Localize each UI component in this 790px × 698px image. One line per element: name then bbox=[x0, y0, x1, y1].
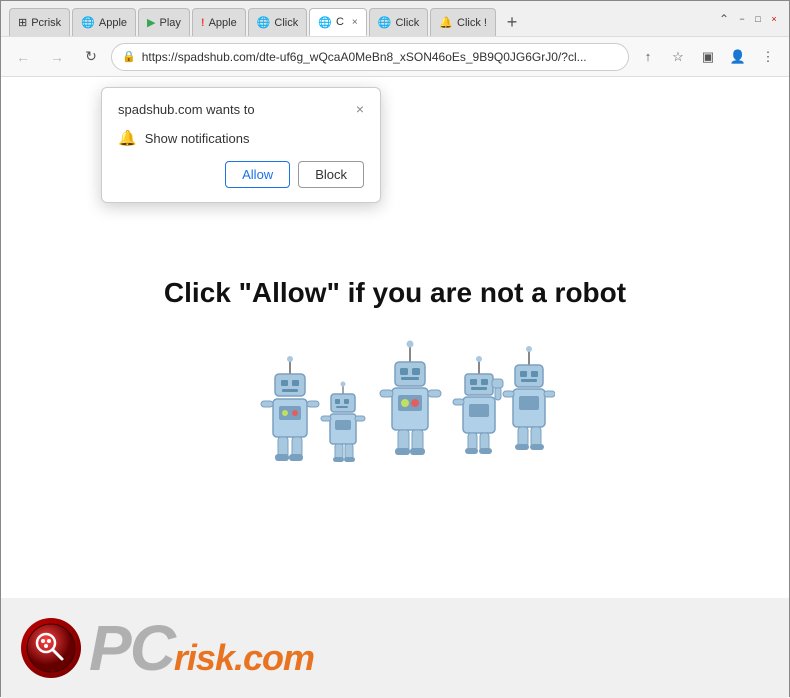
tab-close-c[interactable]: × bbox=[352, 17, 358, 28]
pcrisk-favicon: ⊞ bbox=[18, 16, 27, 29]
popup-header: spadshub.com wants to × bbox=[118, 102, 364, 117]
notification-popup: spadshub.com wants to × 🔔 Show notificat… bbox=[101, 87, 381, 203]
close-button[interactable]: × bbox=[767, 12, 781, 26]
share-button[interactable]: ↑ bbox=[635, 44, 661, 70]
main-heading: Click "Allow" if you are not a robot bbox=[164, 277, 626, 309]
robots-illustration bbox=[235, 339, 555, 499]
tab-label-click3: Click ! bbox=[457, 17, 487, 29]
sidebar-button[interactable]: ▣ bbox=[695, 44, 721, 70]
new-tab-button[interactable]: + bbox=[498, 8, 526, 36]
pcrisk-footer: PC risk.com bbox=[1, 598, 789, 698]
maximize-button[interactable]: □ bbox=[751, 12, 765, 26]
play-favicon: ▶ bbox=[147, 16, 155, 29]
popup-close-button[interactable]: × bbox=[356, 102, 364, 116]
tab-apple2[interactable]: ! Apple bbox=[192, 8, 246, 36]
tabs-area: ⊞ Pcrisk 🌐 Apple ▶ Play ! Apple 🌐 Click … bbox=[9, 1, 715, 36]
allow-button[interactable]: Allow bbox=[225, 161, 290, 188]
navigation-bar: ← → ↻ 🔒 https://spadshub.com/dte-uf6g_wQ… bbox=[1, 37, 789, 77]
tab-pcrisk[interactable]: ⊞ Pcrisk bbox=[9, 8, 70, 36]
pcrisk-orb-icon bbox=[21, 618, 81, 678]
browser-content: spadshub.com wants to × 🔔 Show notificat… bbox=[1, 77, 789, 698]
tab-apple1[interactable]: 🌐 Apple bbox=[72, 8, 136, 36]
tab-click1[interactable]: 🌐 Click bbox=[248, 8, 308, 36]
nav-actions: ↑ ☆ ▣ 👤 ⋮ bbox=[635, 44, 781, 70]
apple1-favicon: 🌐 bbox=[81, 16, 95, 29]
pcrisk-text: PC risk.com bbox=[89, 616, 314, 680]
c-favicon: 🌐 bbox=[318, 16, 332, 29]
click2-favicon: 🌐 bbox=[378, 16, 392, 29]
tab-label-c: C bbox=[336, 16, 344, 28]
tab-play[interactable]: ▶ Play bbox=[138, 8, 190, 36]
block-button[interactable]: Block bbox=[298, 161, 364, 188]
popup-description: Show notifications bbox=[145, 131, 250, 146]
pcrisk-logo: PC risk.com bbox=[21, 616, 314, 680]
pcrisk-risk: risk.com bbox=[174, 637, 314, 679]
tab-click2[interactable]: 🌐 Click bbox=[369, 8, 429, 36]
url-text: https://spadshub.com/dte-uf6g_wQcaA0MeBn… bbox=[142, 50, 618, 64]
bell-icon: 🔔 bbox=[118, 129, 137, 147]
bookmark-button[interactable]: ☆ bbox=[665, 44, 691, 70]
menu-button[interactable]: ⋮ bbox=[755, 44, 781, 70]
pcrisk-pc: PC bbox=[89, 616, 174, 680]
window-expand-icon: ⌃ bbox=[719, 12, 729, 26]
address-bar[interactable]: 🔒 https://spadshub.com/dte-uf6g_wQcaA0Me… bbox=[111, 43, 629, 71]
tab-click3[interactable]: 🔔 Click ! bbox=[430, 8, 496, 36]
profile-button[interactable]: 👤 bbox=[725, 44, 751, 70]
lock-icon: 🔒 bbox=[122, 50, 136, 63]
tab-label-pcrisk: Pcrisk bbox=[31, 17, 61, 29]
tab-label-click2: Click bbox=[395, 17, 419, 29]
tab-label-play: Play bbox=[159, 17, 180, 29]
apple2-favicon: ! bbox=[201, 17, 205, 29]
title-bar: ⊞ Pcrisk 🌐 Apple ▶ Play ! Apple 🌐 Click … bbox=[1, 1, 789, 37]
popup-buttons: Allow Block bbox=[118, 161, 364, 188]
tab-label-apple1: Apple bbox=[99, 17, 127, 29]
reload-button[interactable]: ↻ bbox=[77, 43, 105, 71]
click3-favicon: 🔔 bbox=[439, 16, 453, 29]
tab-label-click1: Click bbox=[274, 17, 298, 29]
back-button[interactable]: ← bbox=[9, 43, 37, 71]
popup-body: 🔔 Show notifications bbox=[118, 129, 364, 147]
click1-favicon: 🌐 bbox=[257, 16, 271, 29]
popup-title: spadshub.com wants to bbox=[118, 102, 255, 117]
minimize-button[interactable]: − bbox=[735, 12, 749, 26]
tab-c-active[interactable]: 🌐 C × bbox=[309, 8, 367, 36]
forward-button[interactable]: → bbox=[43, 43, 71, 71]
tab-label-apple2: Apple bbox=[209, 17, 237, 29]
